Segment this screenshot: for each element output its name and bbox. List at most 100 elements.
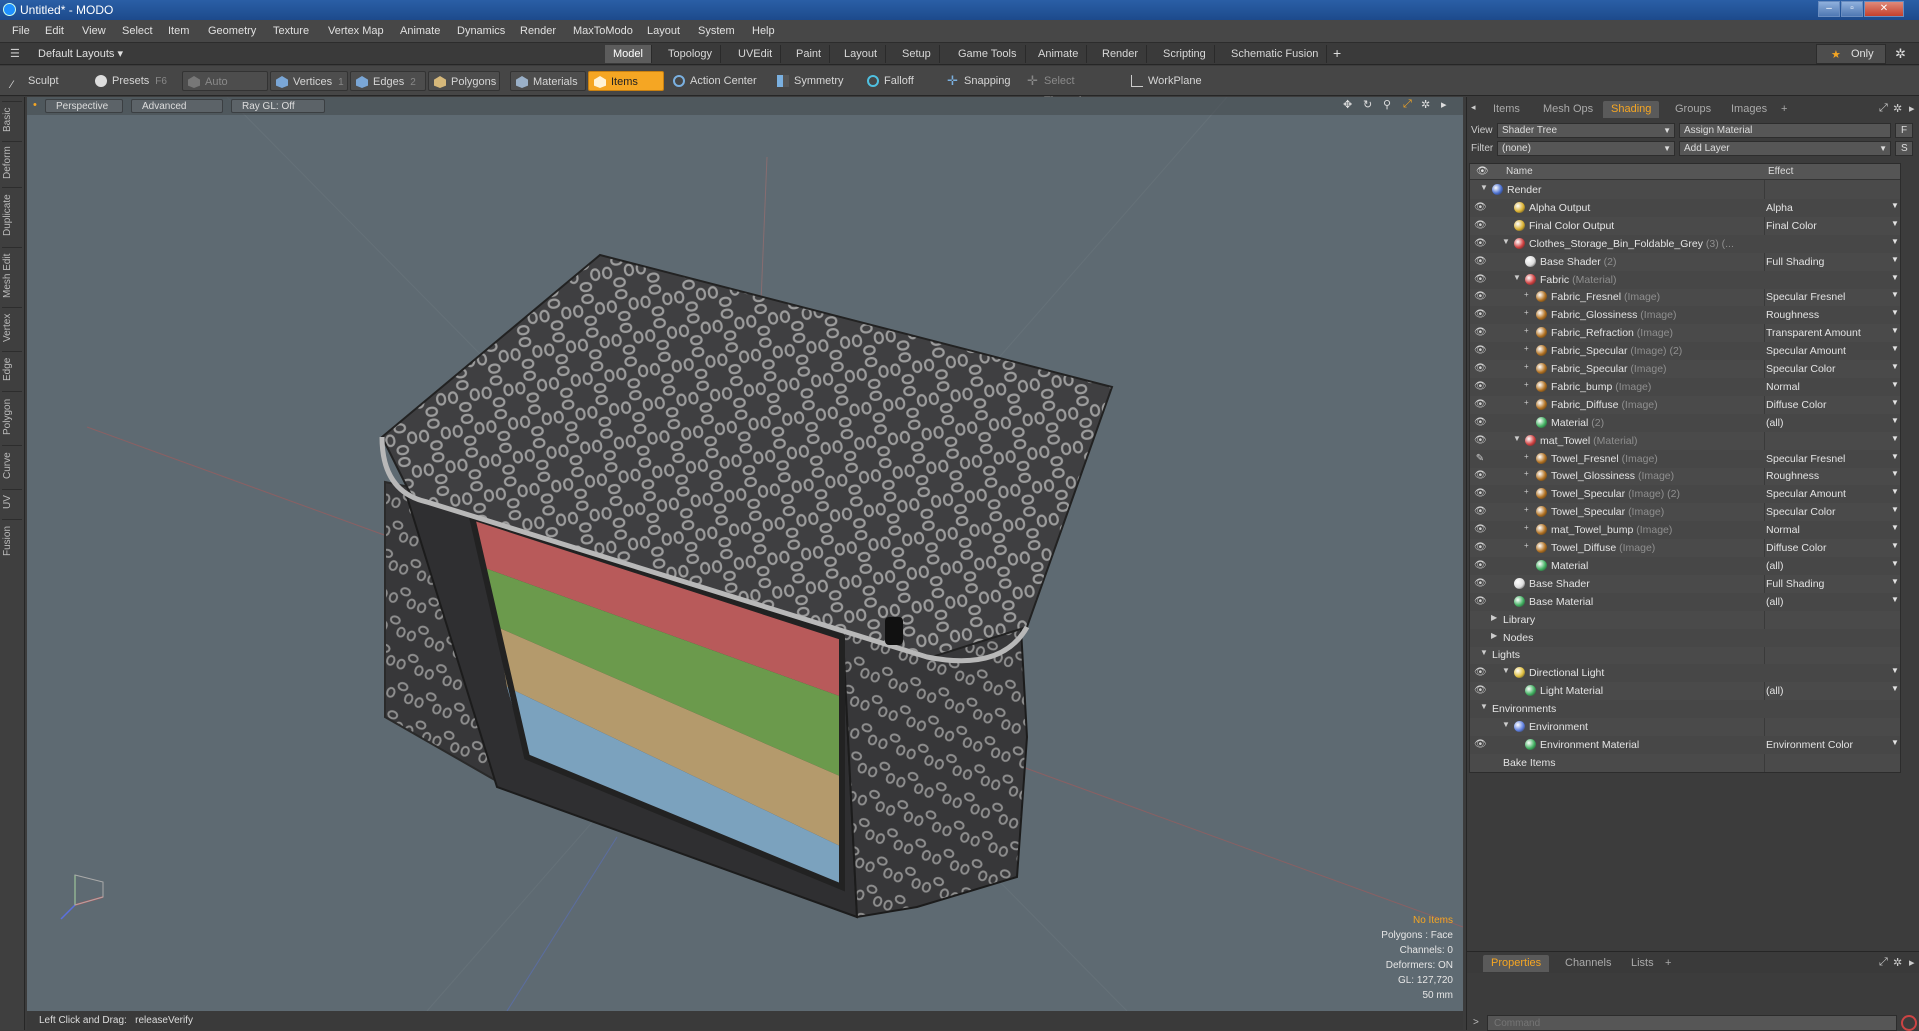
eye-icon[interactable]: 👁 — [1474, 542, 1487, 554]
menu-item[interactable]: Item — [168, 25, 189, 37]
f-button[interactable]: F — [1895, 123, 1913, 138]
strip-tab-fusion[interactable]: Fusion — [2, 519, 22, 561]
perspective-dropdown[interactable]: Perspective — [45, 99, 123, 113]
layer-effect[interactable]: Specular Amount — [1766, 488, 1846, 500]
chevron-down-icon[interactable]: ▼ — [1891, 416, 1899, 425]
3d-viewport[interactable]: • Perspective Advanced Ray GL: Off ✥ ↻ ⚲… — [27, 97, 1463, 1011]
default-layouts-dropdown[interactable]: Default Layouts ▾ — [38, 47, 123, 60]
eye-icon[interactable]: 👁 — [1474, 470, 1487, 482]
shader-tree-row[interactable]: 👁 Base Shader (2) Full Shading ▼ — [1470, 253, 1900, 271]
shader-tree-row[interactable]: 👁 + Towel_Specular (Image) (2) Specular Amo… — [1470, 485, 1900, 504]
chevron-down-icon[interactable]: ▼ — [1480, 183, 1488, 192]
eye-icon[interactable]: 👁 — [1474, 238, 1487, 250]
shader-tree-row[interactable]: ▼ Environment — [1470, 718, 1900, 736]
eye-icon[interactable]: 👁 — [1474, 399, 1487, 411]
eye-icon[interactable]: 👁 — [1474, 524, 1487, 536]
layer-effect[interactable]: (all) — [1766, 560, 1784, 572]
zoom-icon[interactable]: ⚲ — [1383, 98, 1391, 111]
eye-icon[interactable]: 👁 — [1474, 291, 1487, 303]
layer-effect[interactable]: (all) — [1766, 685, 1784, 697]
layer-effect[interactable]: (all) — [1766, 417, 1784, 429]
expand-plus-icon[interactable]: + — [1524, 505, 1529, 514]
layer-effect[interactable]: Specular Fresnel — [1766, 453, 1845, 465]
shader-tree-row[interactable]: 👁 + Fabric_Glossiness (Image) Roughness ▼ — [1470, 306, 1900, 325]
command-input[interactable] — [1487, 1015, 1897, 1031]
layer-effect[interactable]: Transparent Amount — [1766, 327, 1861, 339]
strip-tab-curve[interactable]: Curve — [2, 445, 22, 485]
chevron-down-icon[interactable]: ▼ — [1502, 237, 1510, 246]
pan-icon[interactable]: ✥ — [1343, 98, 1352, 111]
chevron-down-icon[interactable]: ▼ — [1513, 273, 1521, 282]
eye-icon[interactable]: 👁 — [1474, 363, 1487, 375]
layer-effect[interactable]: Alpha — [1766, 202, 1793, 214]
eye-icon[interactable]: 👁 — [1474, 578, 1487, 590]
menu-select[interactable]: Select — [122, 25, 153, 37]
shader-tree-row[interactable]: 👁 ▼ Fabric (Material) ▼ — [1470, 270, 1900, 289]
minimize-button[interactable]: – — [1818, 1, 1840, 17]
shader-tree-row[interactable]: 👁 + Towel_Diffuse (Image) Diffuse Color ▼ — [1470, 539, 1900, 557]
items-button[interactable]: Items — [588, 71, 664, 91]
layer-effect[interactable]: Diffuse Color — [1766, 399, 1827, 411]
sculpt-button[interactable]: ⁄ Sculpt — [6, 71, 86, 91]
eye-icon[interactable]: 👁 — [1474, 327, 1487, 339]
layer-effect[interactable]: Specular Amount — [1766, 345, 1846, 357]
chevron-down-icon[interactable]: ▼ — [1891, 541, 1899, 550]
shader-tree-row[interactable]: 👁 + Fabric_Specular (Image) (2) Specular Am… — [1470, 342, 1900, 361]
tab-layout[interactable]: Layout — [836, 45, 887, 63]
chevron-down-icon[interactable]: ▼ — [1891, 201, 1899, 210]
shader-tree-row[interactable]: 👁 ▼ Directional Light ▼ — [1470, 664, 1900, 683]
shader-tree-row[interactable]: 👁 + Fabric_Refraction (Image) Transparent A… — [1470, 324, 1900, 342]
eye-icon[interactable]: 👁 — [1474, 488, 1487, 500]
edges-button[interactable]: Edges 2 — [350, 71, 426, 91]
eye-icon[interactable]: 👁 — [1474, 256, 1487, 268]
shader-tree-row[interactable]: 👁 + mat_Towel_bump (Image) Normal ▼ — [1470, 521, 1900, 540]
panel-menu-icon[interactable]: ◂ — [1471, 102, 1476, 113]
chevron-right-icon[interactable]: ▶ — [1491, 631, 1497, 640]
strip-tab-edge[interactable]: Edge — [2, 351, 22, 387]
command-stop-icon[interactable] — [1901, 1015, 1917, 1031]
expand-plus-icon[interactable]: + — [1524, 308, 1529, 317]
tab-setup[interactable]: Setup — [894, 45, 940, 63]
layer-effect[interactable]: Normal — [1766, 524, 1800, 536]
shader-tree-row[interactable]: 👁 Alpha Output Alpha ▼ — [1470, 198, 1900, 217]
layer-effect[interactable]: Full Shading — [1766, 578, 1824, 590]
menu-layout[interactable]: Layout — [647, 25, 680, 37]
chevron-down-icon[interactable]: ▼ — [1891, 308, 1899, 317]
chevron-down-icon[interactable]: ▼ — [1891, 326, 1899, 335]
chevron-down-icon[interactable]: ▼ — [1891, 434, 1899, 443]
layer-effect[interactable]: Final Color — [1766, 220, 1817, 232]
tab-topology[interactable]: Topology — [660, 45, 722, 63]
expand-plus-icon[interactable]: + — [1524, 344, 1529, 353]
action-center-button[interactable]: Action Center — [668, 71, 768, 91]
tab-lists[interactable]: Lists — [1623, 955, 1662, 972]
panel-tab-images[interactable]: Images — [1723, 101, 1775, 118]
shader-tree-row[interactable]: ▼ Environments — [1470, 700, 1900, 719]
eye-icon[interactable]: 👁 — [1474, 506, 1487, 518]
layer-effect[interactable]: Roughness — [1766, 309, 1819, 321]
chevron-down-icon[interactable]: ▼ — [1891, 344, 1899, 353]
add-layer-dropdown[interactable]: Add Layer ▼ — [1679, 141, 1891, 156]
expand-plus-icon[interactable]: + — [1524, 487, 1529, 496]
chevron-down-icon[interactable]: ▼ — [1891, 595, 1899, 604]
menu-maxtomodo[interactable]: MaxToModo — [573, 25, 633, 37]
strip-tab-mesh-edit[interactable]: Mesh Edit — [2, 247, 22, 303]
shader-tree-row[interactable]: 👁 ▼ mat_Towel (Material) ▼ — [1470, 432, 1900, 450]
chevron-down-icon[interactable]: ▼ — [1891, 523, 1899, 532]
expand-plus-icon[interactable]: + — [1524, 326, 1529, 335]
chevron-down-icon[interactable]: ▼ — [1480, 702, 1488, 711]
polygons-button[interactable]: Polygons — [428, 71, 500, 91]
eye-icon[interactable]: 👁 — [1474, 202, 1487, 214]
shader-tree-row[interactable]: 👁 Material (2) (all) ▼ — [1470, 413, 1900, 432]
chevron-down-icon[interactable]: ▼ — [1891, 219, 1899, 228]
presets-button[interactable]: Presets F6 — [90, 71, 172, 91]
column-name-header[interactable]: Name — [1506, 166, 1533, 177]
shader-tree[interactable]: 👁 Name Effect ▼ Render 👁 Alpha Output Alpha ▼… — [1469, 163, 1901, 773]
shader-tree-row[interactable]: ▼ Lights — [1470, 646, 1900, 664]
tab-scripting[interactable]: Scripting — [1155, 45, 1215, 63]
viewport-expand-arrow-icon[interactable]: ▸ — [1441, 98, 1447, 111]
tab-animate[interactable]: Animate — [1030, 45, 1088, 63]
eye-icon[interactable]: 👁 — [1474, 739, 1487, 751]
shader-tree-row[interactable]: ▶ Library — [1470, 611, 1900, 629]
expand-plus-icon[interactable]: + — [1524, 452, 1529, 461]
layer-effect[interactable]: Specular Color — [1766, 363, 1835, 375]
